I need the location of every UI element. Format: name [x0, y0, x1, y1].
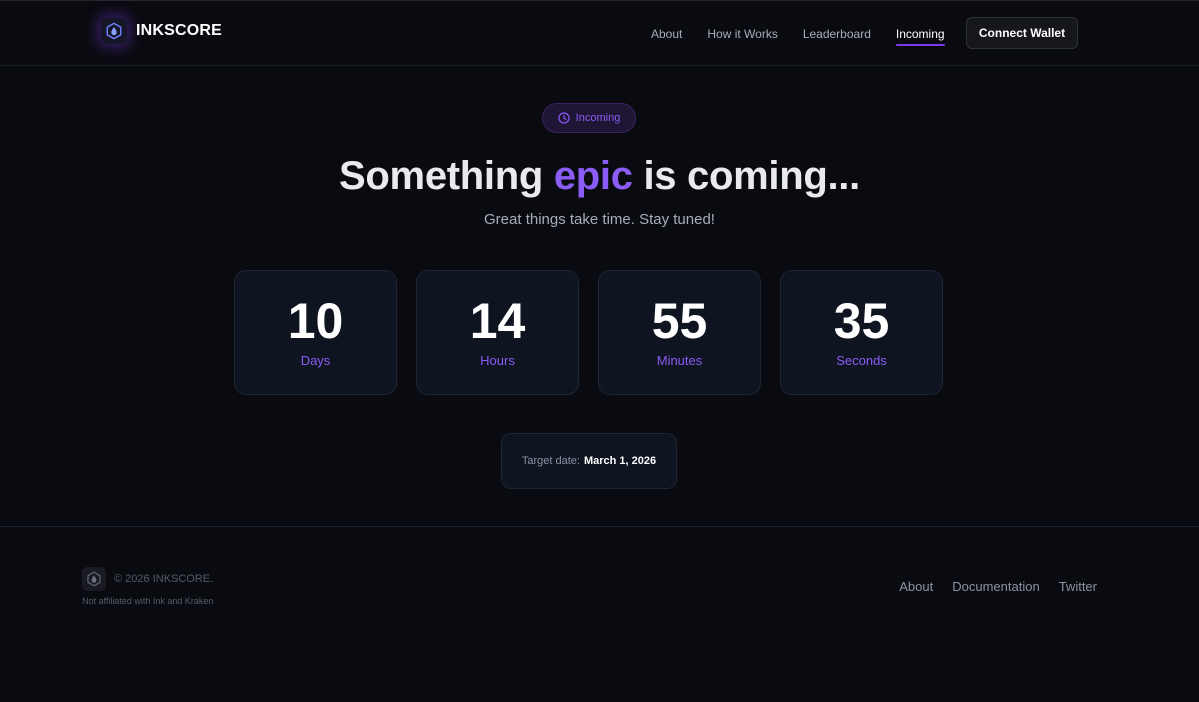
- headline-start: Something: [339, 154, 554, 198]
- brand[interactable]: INKSCORE: [101, 18, 222, 44]
- footer: © 2026 INKSCORE. Not affiliated with Ink…: [0, 526, 1199, 702]
- target-label: Target date:: [521, 455, 580, 467]
- disclaimer: Not affiliated with Ink and Kraken: [82, 596, 214, 606]
- countdown-label: Hours: [480, 353, 515, 368]
- copyright: © 2026 INKSCORE.: [114, 573, 214, 585]
- page-headline: Something epic is coming...: [0, 154, 1199, 199]
- ink-drop-hexagon-icon: [101, 18, 127, 44]
- nav-how-it-works[interactable]: How it Works: [707, 27, 777, 41]
- countdown-days: 10 Days: [234, 270, 397, 395]
- footer-link-twitter[interactable]: Twitter: [1059, 579, 1097, 594]
- main-nav: About How it Works Leaderboard Incoming: [651, 1, 970, 66]
- countdown-value: 14: [469, 293, 526, 349]
- ink-drop-hexagon-icon: [82, 567, 106, 591]
- countdown-value: 35: [833, 293, 890, 349]
- nav-about[interactable]: About: [651, 27, 682, 41]
- connect-wallet-button[interactable]: Connect Wallet: [966, 17, 1078, 49]
- footer-links: About Documentation Twitter: [880, 579, 1097, 594]
- footer-brand: © 2026 INKSCORE.: [82, 567, 213, 591]
- footer-link-about[interactable]: About: [899, 579, 933, 594]
- countdown-minutes: 55 Minutes: [598, 270, 761, 395]
- countdown: 10 Days 14 Hours 55 Minutes 35 Seconds: [234, 270, 943, 395]
- countdown-hours: 14 Hours: [416, 270, 579, 395]
- badge-label: Incoming: [575, 112, 621, 124]
- headline-accent: epic: [553, 154, 633, 198]
- nav-incoming[interactable]: Incoming: [895, 27, 945, 46]
- countdown-value: 10: [287, 293, 344, 349]
- target-date-box: Target date: March 1, 2026: [501, 433, 677, 489]
- countdown-label: Minutes: [656, 353, 703, 368]
- page: INKSCORE About How it Works Leaderboard …: [0, 0, 1199, 702]
- countdown-label: Seconds: [836, 353, 887, 368]
- countdown-value: 55: [651, 293, 708, 349]
- countdown-label: Days: [300, 353, 331, 368]
- top-navbar: INKSCORE About How it Works Leaderboard …: [0, 1, 1199, 66]
- headline-end: is coming...: [632, 154, 860, 198]
- brand-name: INKSCORE: [136, 22, 223, 39]
- nav-leaderboard[interactable]: Leaderboard: [803, 27, 871, 41]
- footer-link-documentation[interactable]: Documentation: [952, 579, 1039, 594]
- countdown-seconds: 35 Seconds: [780, 270, 943, 395]
- incoming-badge: Incoming: [542, 103, 636, 133]
- page-subtitle: Great things take time. Stay tuned!: [484, 211, 715, 228]
- target-date: March 1, 2026: [583, 455, 657, 467]
- clock-icon: [558, 112, 570, 124]
